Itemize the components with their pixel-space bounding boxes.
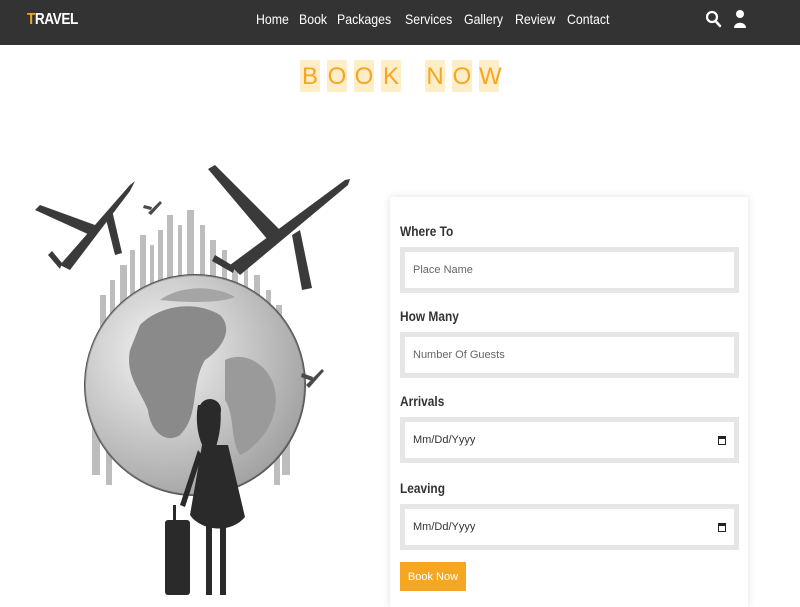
logo-text: RAVEL <box>34 11 78 28</box>
title-letter: K <box>381 60 401 92</box>
calendar-icon[interactable] <box>718 435 726 445</box>
nav-link-gallery[interactable]: Gallery <box>464 11 503 27</box>
leaving-date-text: Mm/Dd/Yyyy <box>413 521 476 533</box>
nav-icons <box>705 9 751 29</box>
nav-links: Home Book Packages Services Gallery Revi… <box>256 11 621 27</box>
leaving-field-frame: Mm/Dd/Yyyy <box>400 504 739 550</box>
title-letter: B <box>300 60 320 92</box>
navbar: TRAVEL Home Book Packages Services Galle… <box>0 0 800 45</box>
airplane-left <box>35 181 135 270</box>
title-letter: W <box>479 60 502 92</box>
search-icon[interactable] <box>705 9 723 29</box>
booking-form: Where To How Many Arrivals Mm/Dd/Yyyy Le… <box>390 197 748 607</box>
nav-link-services[interactable]: Services <box>405 11 452 27</box>
page-title: B O O K N O W <box>300 60 502 92</box>
nav-link-packages[interactable]: Packages <box>337 11 391 27</box>
title-letter: O <box>327 60 347 92</box>
arrivals-label: Arrivals <box>400 393 445 409</box>
title-letter: N <box>425 60 445 92</box>
arrivals-date-text: Mm/Dd/Yyyy <box>413 434 476 446</box>
where-to-input[interactable] <box>405 252 734 288</box>
logo[interactable]: TRAVEL <box>27 11 78 29</box>
title-space <box>408 60 418 92</box>
leaving-date-input[interactable]: Mm/Dd/Yyyy <box>405 509 734 545</box>
title-letter: O <box>452 60 472 92</box>
travel-illustration <box>30 155 365 600</box>
leaving-label: Leaving <box>400 480 445 496</box>
guests-input[interactable] <box>405 337 734 373</box>
airplane-right <box>208 165 350 290</box>
calendar-icon[interactable] <box>718 522 726 532</box>
how-many-label: How Many <box>400 308 459 324</box>
book-now-button[interactable]: Book Now <box>400 562 466 591</box>
nav-link-contact[interactable]: Contact <box>567 11 609 27</box>
nav-link-book[interactable]: Book <box>299 11 327 27</box>
title-letter: O <box>354 60 374 92</box>
where-to-label: Where To <box>400 223 454 239</box>
how-many-field-frame <box>400 332 739 378</box>
nav-link-home[interactable]: Home <box>256 11 289 27</box>
arrivals-date-input[interactable]: Mm/Dd/Yyyy <box>405 422 734 458</box>
user-icon[interactable] <box>733 9 751 29</box>
nav-link-review[interactable]: Review <box>515 11 555 27</box>
where-to-field-frame <box>400 247 739 293</box>
arrivals-field-frame: Mm/Dd/Yyyy <box>400 417 739 463</box>
